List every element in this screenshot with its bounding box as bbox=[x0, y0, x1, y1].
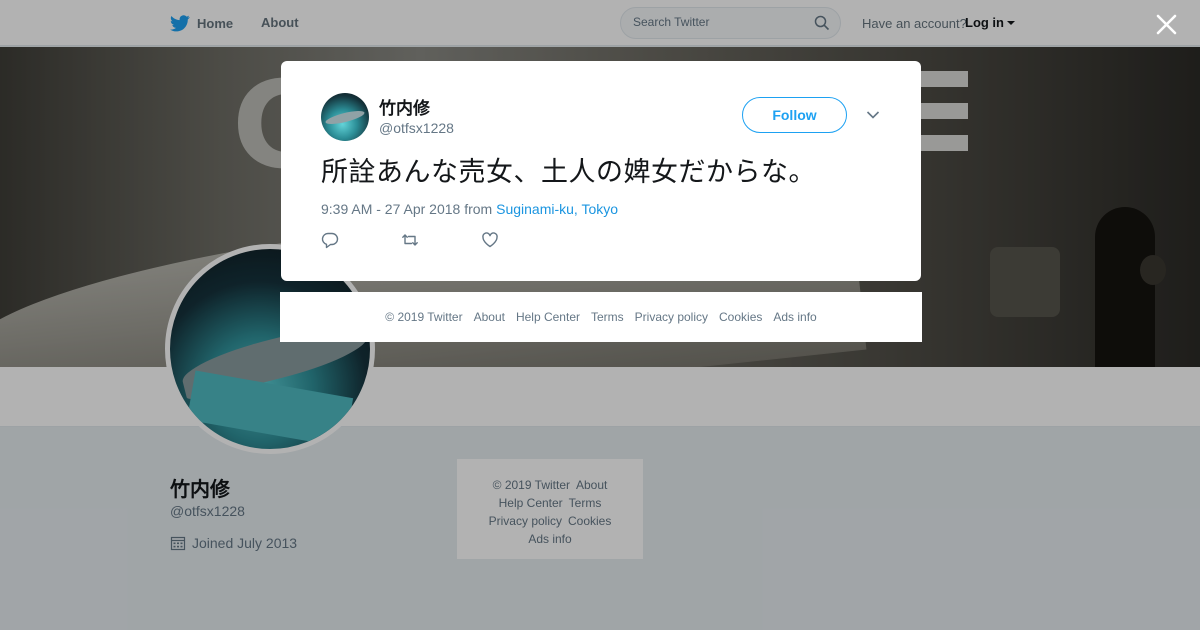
like-button[interactable] bbox=[481, 231, 561, 251]
footer-about-link[interactable]: About bbox=[474, 310, 505, 324]
retweet-icon bbox=[402, 234, 418, 246]
tweet-modal: 竹内修 @otfsx1228 Follow 所詮あんな売女、土人の婢女だからな。… bbox=[281, 61, 921, 281]
tweet-author-name[interactable]: 竹内修 bbox=[379, 94, 430, 119]
footer-ads-link[interactable]: Ads info bbox=[773, 310, 816, 324]
footer-privacy-link[interactable]: Privacy policy bbox=[635, 310, 708, 324]
tweet-location-link[interactable]: Suginami-ku, Tokyo bbox=[496, 201, 618, 217]
tweet-author-handle[interactable]: @otfsx1228 bbox=[379, 120, 454, 136]
footer-copyright: © 2019 Twitter bbox=[385, 310, 463, 324]
retweet-button[interactable] bbox=[401, 231, 481, 251]
tweet-from-label: from bbox=[464, 201, 493, 217]
reply-icon bbox=[321, 232, 339, 249]
footer-cookies-link[interactable]: Cookies bbox=[719, 310, 762, 324]
footer-help-link[interactable]: Help Center bbox=[516, 310, 580, 324]
avatar-aircraft bbox=[324, 108, 366, 127]
tweet-timestamp[interactable]: 9:39 AM - 27 Apr 2018 bbox=[321, 201, 460, 217]
reply-button[interactable] bbox=[321, 231, 401, 251]
tweet-text: 所詮あんな売女、土人の婢女だからな。 bbox=[321, 157, 816, 188]
modal-footer: © 2019 Twitter About Help Center Terms P… bbox=[280, 292, 922, 342]
follow-button[interactable]: Follow bbox=[742, 97, 847, 133]
close-icon[interactable] bbox=[1156, 14, 1177, 35]
chevron-down-icon[interactable] bbox=[866, 110, 880, 120]
like-icon bbox=[482, 232, 498, 248]
tweet-meta: 9:39 AM - 27 Apr 2018 from Suginami-ku, … bbox=[321, 201, 618, 217]
footer-terms-link[interactable]: Terms bbox=[591, 310, 624, 324]
tweet-actions bbox=[321, 231, 561, 251]
tweet-author-avatar[interactable] bbox=[321, 93, 369, 141]
